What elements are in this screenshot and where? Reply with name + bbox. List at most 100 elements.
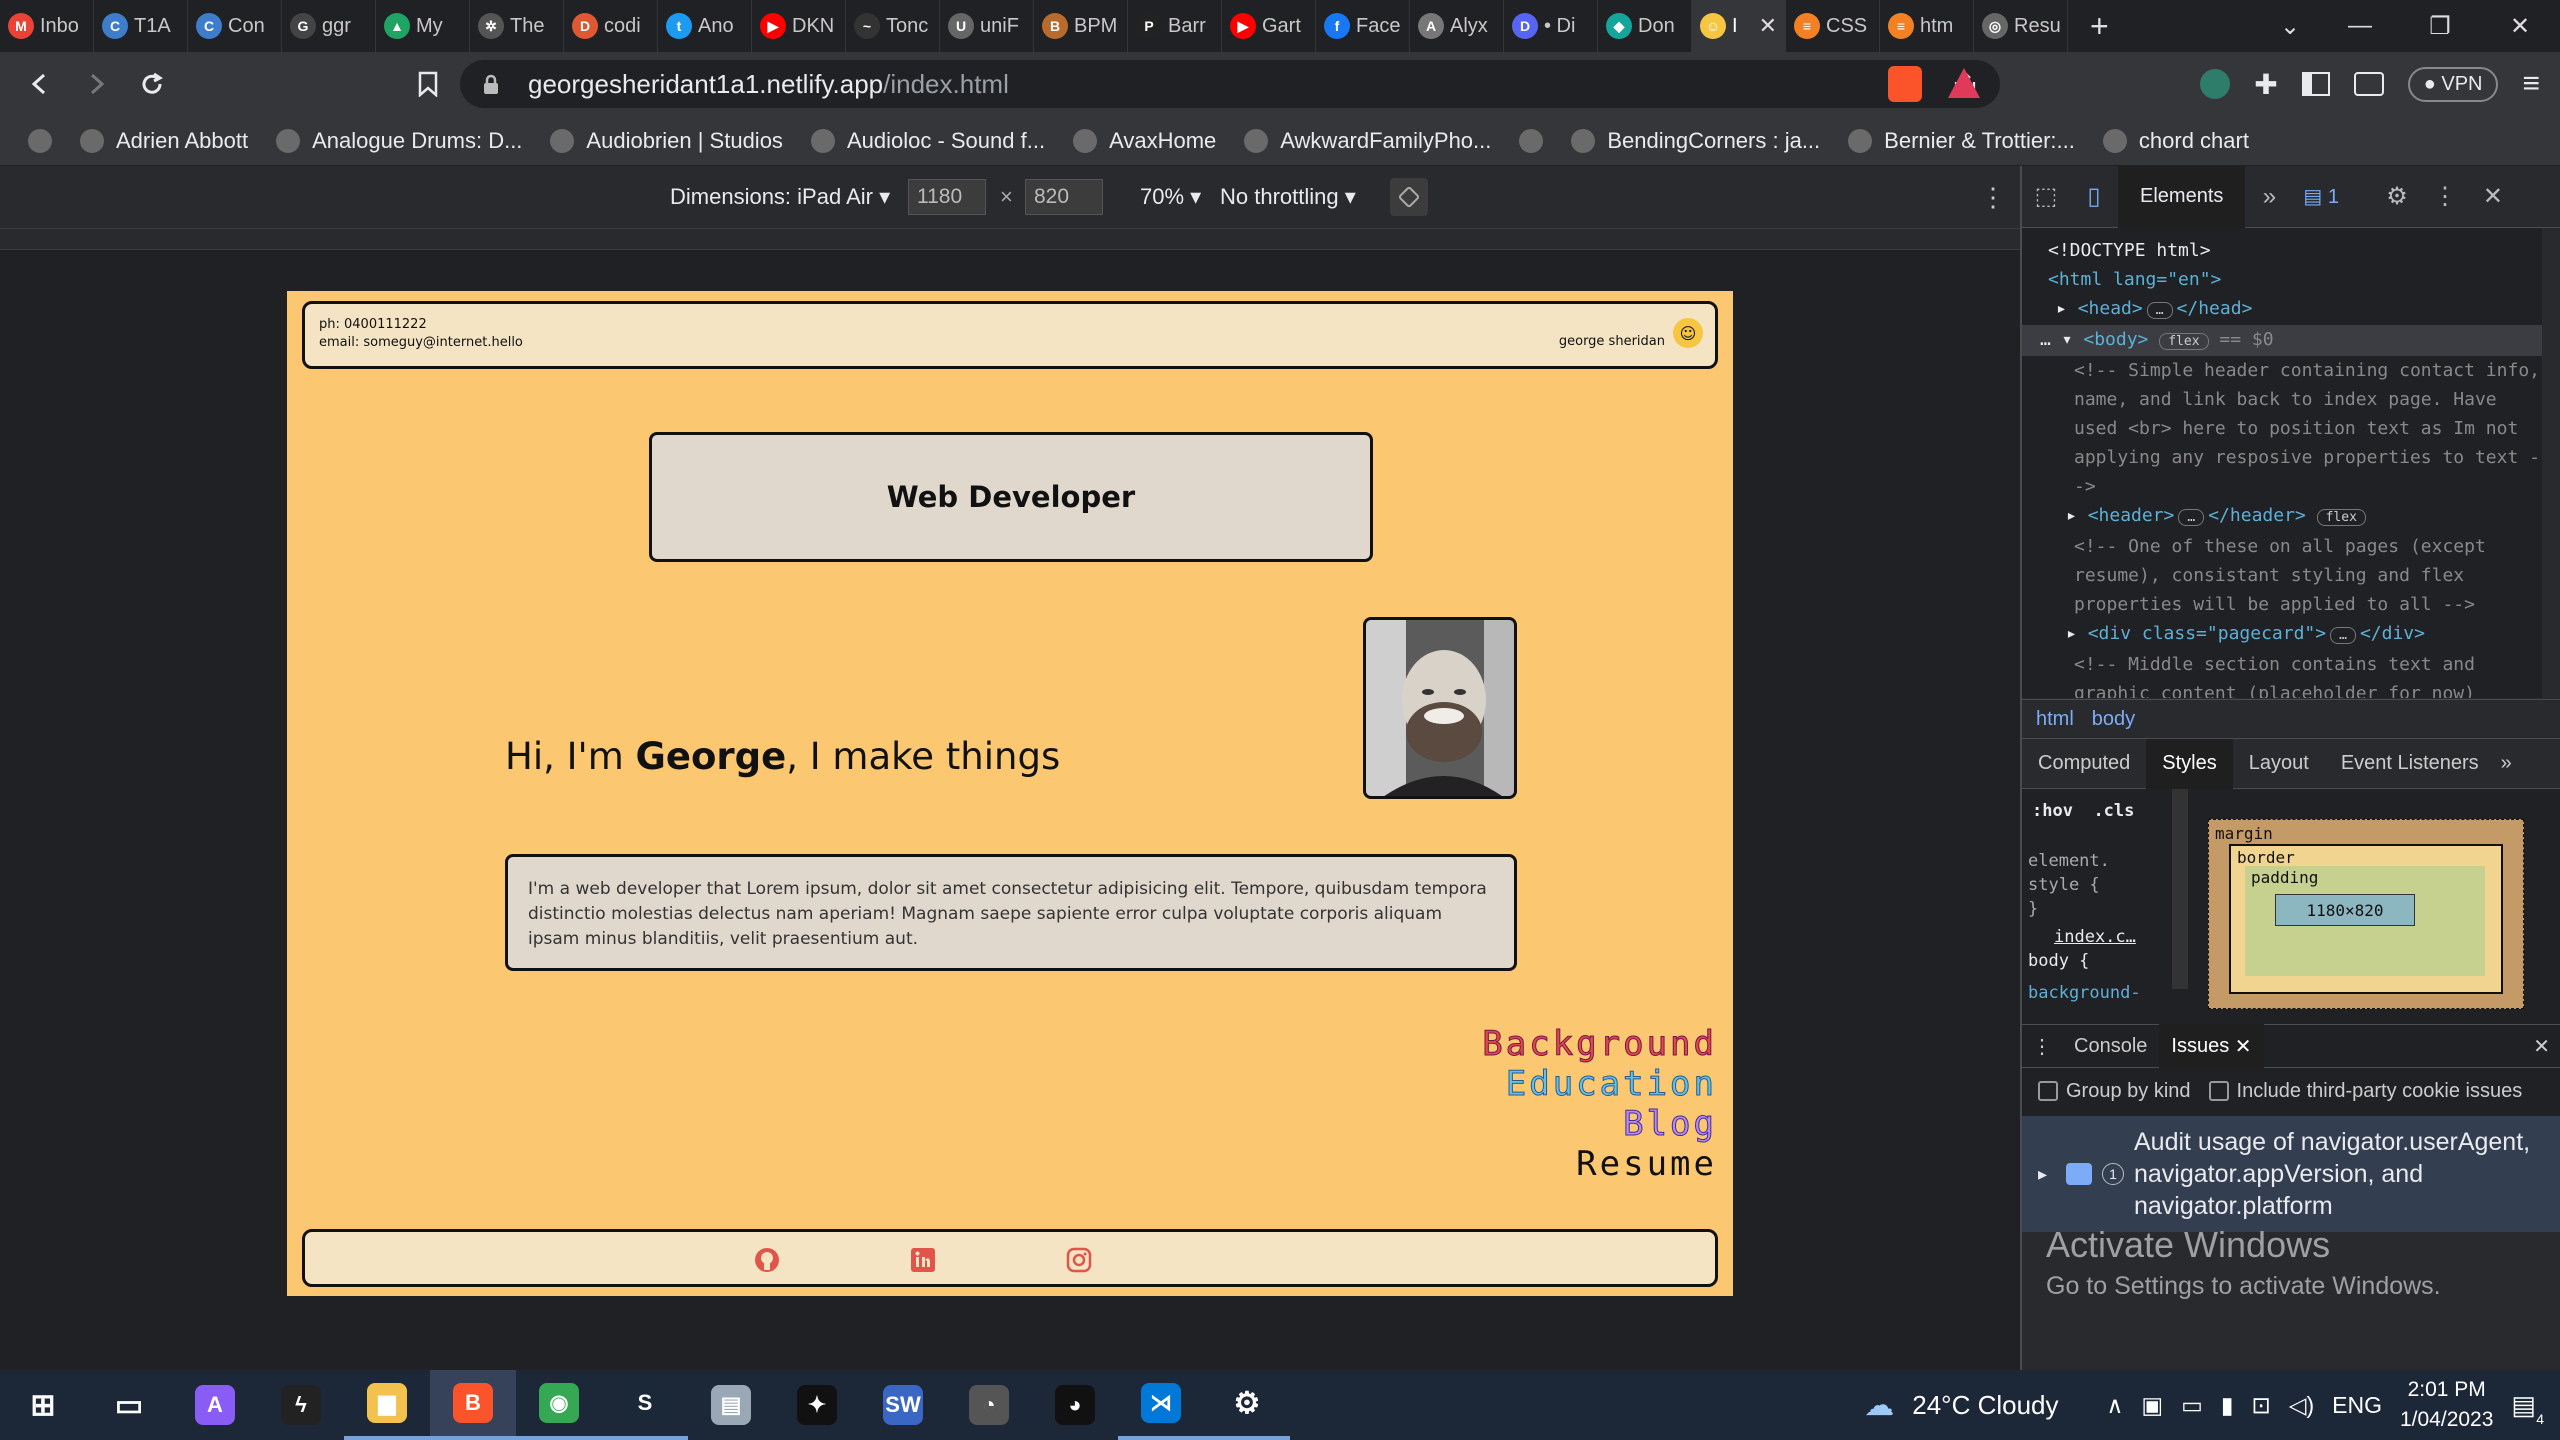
notifications-icon[interactable]: ▤ 4 bbox=[2511, 1390, 2544, 1427]
tab-elements[interactable]: Elements bbox=[2118, 165, 2246, 228]
brave-rewards-icon[interactable] bbox=[1948, 68, 1980, 98]
box-model-content[interactable]: 1180×820 bbox=[2275, 894, 2415, 926]
tab-console[interactable]: Console bbox=[2062, 1024, 2159, 1068]
bookmark-item[interactable]: AwkwardFamilyPho... bbox=[1244, 128, 1491, 154]
more-options-icon[interactable]: ⋮ bbox=[1980, 182, 2006, 213]
third-party-checkbox[interactable]: Include third-party cookie issues bbox=[2208, 1080, 2522, 1103]
tab-styles[interactable]: Styles bbox=[2146, 738, 2233, 789]
browser-tab[interactable]: D • Di bbox=[1504, 0, 1598, 52]
taskbar-app[interactable]: ▭ bbox=[86, 1370, 172, 1440]
puzzle-icon[interactable]: ✚ bbox=[2254, 68, 2277, 101]
bookmark-item[interactable]: chord chart bbox=[2102, 128, 2249, 154]
browser-tab[interactable]: C T1A bbox=[94, 0, 188, 52]
taskbar-app[interactable]: A bbox=[172, 1370, 258, 1440]
tab-computed[interactable]: Computed bbox=[2022, 739, 2146, 789]
vpn-button[interactable]: ● VPN bbox=[2407, 66, 2499, 102]
reload-icon[interactable] bbox=[124, 56, 180, 112]
emoji-avatar-icon[interactable]: ☺ bbox=[1673, 318, 1703, 348]
dom-comment-1[interactable]: <!-- Simple header containing contact in… bbox=[2048, 356, 2542, 501]
tray-icon[interactable]: ▣ bbox=[2141, 1392, 2163, 1419]
github-icon[interactable] bbox=[753, 1246, 781, 1274]
group-by-kind-checkbox[interactable]: Group by kind bbox=[2038, 1080, 2191, 1103]
browser-tab[interactable]: Gggr bbox=[282, 0, 376, 52]
crumb-body[interactable]: body bbox=[2092, 708, 2135, 731]
taskbar-app[interactable]: B bbox=[430, 1370, 516, 1440]
bookmark-item[interactable]: Analogue Drums: D... bbox=[276, 128, 522, 154]
stylesheet-link[interactable]: index.c… bbox=[2028, 925, 2141, 949]
browser-tab[interactable]: Dcodi bbox=[564, 0, 658, 52]
dom-pagecard-row[interactable]: ▸ <div class="pagecard">… </div> bbox=[2048, 619, 2542, 650]
nav-link-education[interactable]: Education bbox=[1482, 1064, 1717, 1105]
browser-tab[interactable]: P Barr bbox=[1128, 0, 1222, 52]
forward-icon[interactable] bbox=[68, 56, 124, 112]
browser-tab[interactable]: A Alyx bbox=[1410, 0, 1504, 52]
browser-tab[interactable]: M Inbo bbox=[0, 0, 94, 52]
background-property[interactable]: background- bbox=[2028, 981, 2141, 1005]
crumb-html[interactable]: html bbox=[2036, 708, 2074, 731]
browser-tab[interactable]: ◎ Resu bbox=[1974, 0, 2068, 52]
drawer-menu-icon[interactable]: ⋮ bbox=[2022, 1034, 2062, 1059]
sidebar-icon[interactable] bbox=[2301, 72, 2330, 96]
close-window-icon[interactable]: ✕ bbox=[2480, 0, 2560, 52]
element-style-label-2[interactable]: style { bbox=[2028, 873, 2141, 897]
device-toggle-icon[interactable]: ▯ bbox=[2070, 182, 2118, 211]
browser-tab[interactable]: ≡ htm bbox=[1880, 0, 1974, 52]
dom-doctype[interactable]: <!DOCTYPE html> bbox=[2048, 236, 2542, 265]
tab-event-listeners[interactable]: Event Listeners bbox=[2325, 739, 2495, 789]
device-width-input[interactable]: 1180 bbox=[908, 179, 986, 215]
bookmark-item[interactable]: Bernier & Trottier:... bbox=[1848, 128, 2075, 154]
bookmark-item[interactable]: Adrien Abbott bbox=[80, 128, 248, 154]
browser-tab[interactable]: ~ Tonc bbox=[846, 0, 940, 52]
browser-tab[interactable]: B BPM bbox=[1034, 0, 1128, 52]
bookmark-item[interactable] bbox=[28, 128, 52, 153]
hov-filter[interactable]: :hov bbox=[2032, 801, 2073, 821]
bookmark-item[interactable] bbox=[1519, 128, 1544, 153]
header-flex-badge[interactable]: flex bbox=[2316, 509, 2366, 526]
taskbar-app[interactable]: ◉ bbox=[516, 1370, 602, 1440]
dom-html[interactable]: <html lang="en"> bbox=[2048, 265, 2542, 294]
more-style-tabs-icon[interactable]: » bbox=[2501, 752, 2512, 775]
tray-overflow-icon[interactable]: ∧ bbox=[2107, 1392, 2124, 1419]
minimize-icon[interactable]: — bbox=[2320, 0, 2400, 52]
close-tab-icon[interactable]: ✕ bbox=[2235, 1034, 2252, 1059]
taskbar-app[interactable]: ◕ bbox=[1032, 1370, 1118, 1440]
device-dimensions-select[interactable]: Dimensions: iPad Air ▾ bbox=[670, 184, 890, 210]
dom-header-row[interactable]: ▸ <header>… </header> flex bbox=[2048, 501, 2542, 532]
browser-tab[interactable]: ✲ The bbox=[470, 0, 564, 52]
new-tab-icon[interactable]: + bbox=[2090, 8, 2109, 45]
body-flex-badge[interactable]: flex bbox=[2159, 333, 2209, 350]
clock[interactable]: 2:01 PM 1/04/2023 bbox=[2400, 1375, 2493, 1435]
rotate-icon[interactable] bbox=[1390, 178, 1428, 216]
issue-row[interactable]: ▸ 1 Audit usage of navigator.userAgent, … bbox=[2022, 1116, 2560, 1232]
nav-link-resume[interactable]: Resume bbox=[1482, 1144, 1717, 1184]
taskbar-app[interactable]: S bbox=[602, 1370, 688, 1440]
battery-icon[interactable]: ▮ bbox=[2221, 1392, 2234, 1419]
settings-gear-icon[interactable]: ⚙ bbox=[2373, 182, 2421, 211]
taskbar-app[interactable]: ▆ bbox=[344, 1370, 430, 1440]
browser-tab[interactable]: t Ano bbox=[658, 0, 752, 52]
cls-filter[interactable]: .cls bbox=[2093, 801, 2134, 821]
dom-body-row[interactable]: … ▾ <body> flex == $0 bbox=[2022, 325, 2542, 356]
bookmark-item[interactable]: AvaxHome bbox=[1073, 128, 1216, 154]
dom-comment-3[interactable]: <!-- Middle section contains text and gr… bbox=[2048, 650, 2542, 698]
maximize-icon[interactable]: ❐ bbox=[2400, 0, 2480, 52]
network-icon[interactable]: ⊡ bbox=[2252, 1392, 2271, 1419]
volume-icon[interactable]: ◁) bbox=[2289, 1392, 2314, 1419]
dom-head-row[interactable]: ▸ <head>… </head> bbox=[2048, 294, 2542, 325]
linkedin-icon[interactable] bbox=[909, 1246, 937, 1274]
instagram-icon[interactable] bbox=[1065, 1246, 1093, 1274]
active-tab[interactable]: ☺ I ✕ bbox=[1692, 0, 1786, 52]
menu-icon[interactable]: ≡ bbox=[2522, 67, 2540, 101]
device-height-input[interactable]: 820 bbox=[1025, 179, 1103, 215]
wallet-icon[interactable] bbox=[2353, 72, 2384, 96]
close-drawer-icon[interactable]: ✕ bbox=[2533, 1034, 2550, 1059]
back-icon[interactable] bbox=[12, 56, 68, 112]
taskbar-app[interactable]: ⊞ bbox=[0, 1370, 86, 1440]
kebab-menu-icon[interactable]: ⋮ bbox=[2421, 182, 2469, 211]
url-bar[interactable]: georgesheridant1a1.netlify.app/index.htm… bbox=[460, 60, 2000, 108]
extension-icon[interactable] bbox=[2200, 69, 2231, 99]
dom-comment-2[interactable]: <!-- One of these on all pages (except r… bbox=[2048, 532, 2542, 619]
bookmark-item[interactable]: BendingCorners : ja... bbox=[1571, 128, 1820, 154]
weather-label[interactable]: 24°C Cloudy bbox=[1912, 1390, 2058, 1421]
browser-tab[interactable]: ▶ Gart bbox=[1222, 0, 1316, 52]
